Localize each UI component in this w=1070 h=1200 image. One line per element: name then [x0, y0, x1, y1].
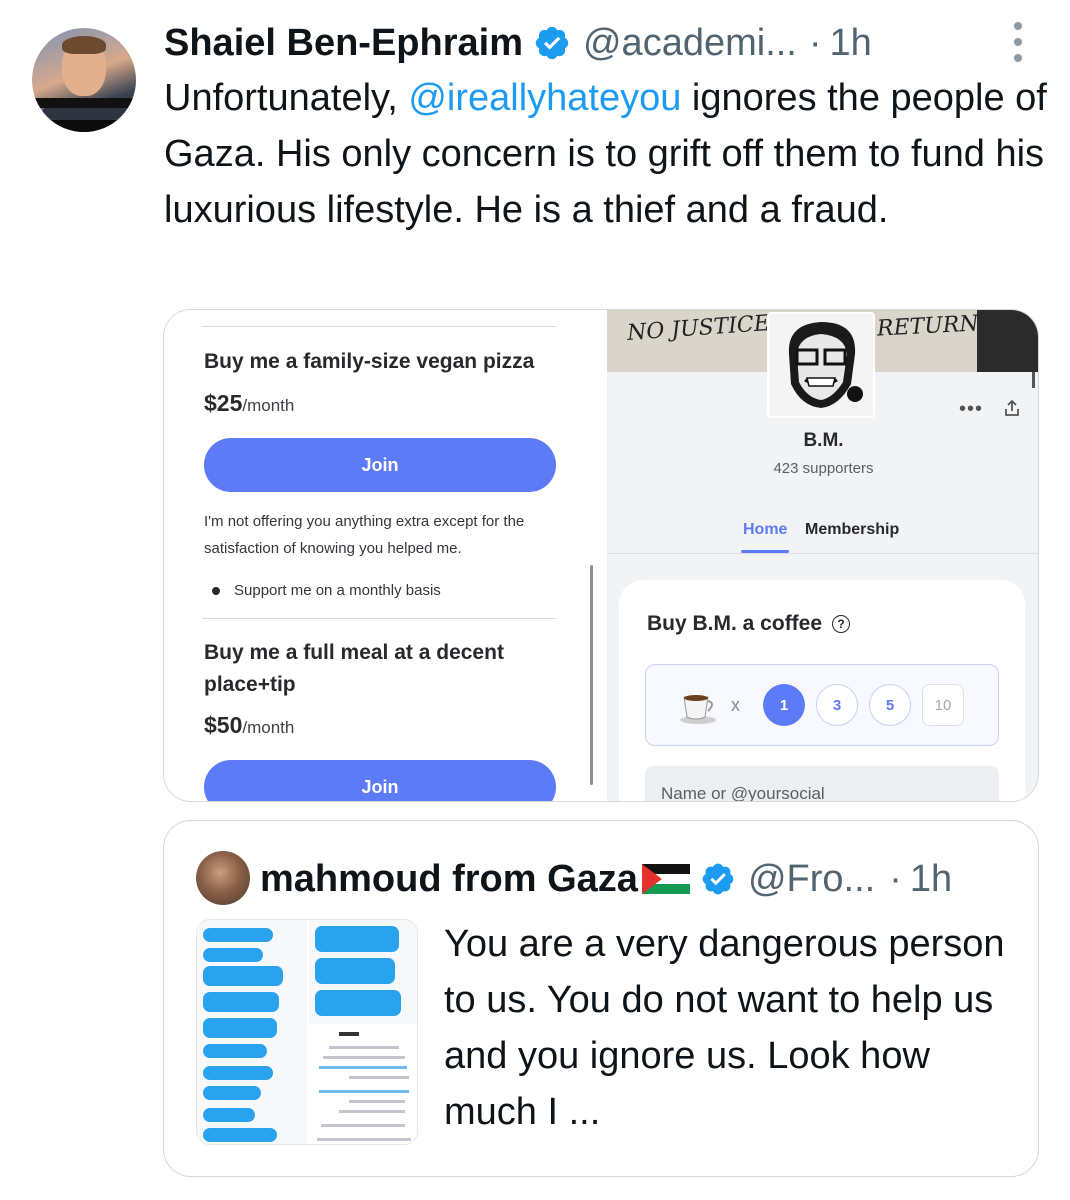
tier-price: $25/month: [204, 390, 295, 416]
quantity-option-5[interactable]: 5: [869, 684, 911, 726]
quoted-tweet-text: You are a very dangerous person to us. Y…: [444, 923, 1005, 1133]
verified-badge-icon: [702, 863, 734, 895]
banner-text-right: RETURN: [876, 311, 980, 342]
quoted-author-handle[interactable]: @Fro...: [748, 858, 875, 901]
tab-membership[interactable]: Membership: [805, 521, 899, 539]
more-options-icon[interactable]: •••: [959, 398, 983, 421]
coffee-cup-icon: [680, 695, 716, 724]
quoted-tweet[interactable]: mahmoud from Gaza @Fro... · 1h You are a…: [163, 820, 1039, 1177]
join-button[interactable]: Join: [204, 438, 556, 492]
membership-tiers-screenshot[interactable]: Buy me a family-size vegan pizza $25/mon…: [164, 310, 599, 801]
quoted-tweet-time[interactable]: 1h: [910, 858, 952, 901]
supporters-count: 423 supporters: [773, 460, 874, 477]
tab-home[interactable]: Home: [743, 521, 787, 539]
join-button[interactable]: Join: [204, 760, 556, 801]
multiply-sign: x: [731, 695, 740, 715]
quoted-author-name[interactable]: mahmoud from Gaza: [260, 858, 638, 901]
tweet-time[interactable]: 1h: [830, 22, 872, 65]
tier-description: I'm not offering you anything extra exce…: [204, 513, 525, 557]
help-icon[interactable]: ?: [832, 615, 851, 633]
separator-dot: ·: [889, 857, 902, 900]
tier-title: Buy me a family-size vegan pizza: [204, 350, 535, 373]
quantity-option-3[interactable]: 3: [816, 684, 858, 726]
palestine-flag-icon: [641, 864, 690, 894]
share-icon[interactable]: [1002, 398, 1022, 418]
buy-coffee-card: Buy B.M. a coffee ? x 1 3 5 10 Name or @…: [619, 580, 1025, 801]
tweet-media[interactable]: Buy me a family-size vegan pizza $25/mon…: [163, 309, 1039, 802]
chat-screenshot-thumbnail[interactable]: [196, 919, 418, 1145]
creator-page-screenshot[interactable]: NO JUSTICE RETURN ••• B.M. 423 supporter…: [607, 310, 1038, 801]
tier-title: Buy me a full meal at a decent place+tip: [204, 641, 504, 696]
author-avatar[interactable]: [32, 28, 136, 132]
author-handle[interactable]: @academi...: [583, 22, 797, 65]
verified-badge-icon: [535, 26, 569, 60]
quoted-author-avatar[interactable]: [196, 851, 250, 905]
tier-price: $50/month: [204, 712, 295, 738]
quantity-selector: x 1 3 5 10: [645, 664, 999, 746]
tweet-text: Unfortunately, @ireallyhateyou ignores t…: [164, 77, 1047, 231]
creator-avatar: [767, 312, 875, 418]
more-icon[interactable]: [1008, 22, 1028, 62]
name-input[interactable]: Name or @yoursocial: [645, 766, 999, 801]
tier-benefit: Support me on a monthly basis: [212, 582, 441, 599]
quantity-input-10[interactable]: 10: [922, 684, 964, 726]
quoted-tweet-header: mahmoud from Gaza @Fro... · 1h: [260, 851, 952, 907]
separator-dot: ·: [808, 21, 822, 64]
banner-text-left: NO JUSTICE: [626, 311, 771, 346]
scrollbar: [590, 565, 593, 785]
author-display-name[interactable]: Shaiel Ben-Ephraim: [164, 22, 523, 65]
coffee-title: Buy B.M. a coffee ?: [647, 612, 851, 636]
tweet-header: Shaiel Ben-Ephraim @academi... · 1h: [164, 18, 872, 68]
creator-name: B.M.: [803, 430, 844, 451]
quantity-option-1[interactable]: 1: [763, 684, 805, 726]
mention-link[interactable]: @ireallyhateyou: [408, 77, 681, 119]
